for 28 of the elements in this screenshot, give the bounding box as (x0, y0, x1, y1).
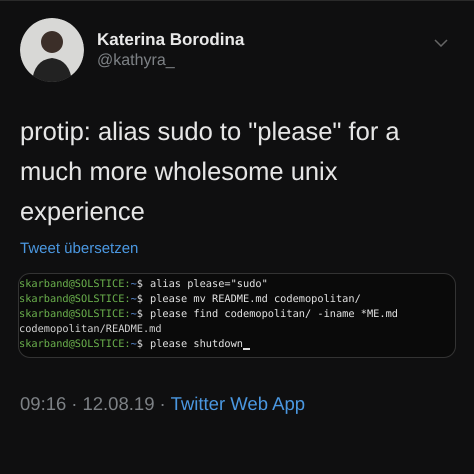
separator-dot: · (159, 392, 166, 416)
prompt-path: ~ (130, 307, 137, 322)
prompt-symbol: $ (136, 277, 143, 292)
terminal-command: please shutdown (150, 337, 243, 352)
tweet-date: 12.08.19 (82, 392, 154, 416)
prompt-symbol: $ (136, 307, 143, 322)
prompt-path: ~ (130, 337, 137, 352)
author-name[interactable]: Katerina Borodina (97, 30, 244, 50)
separator-dot: · (71, 392, 78, 416)
tweet-text: protip: alias sudo to "please" for a much more wholesome unix experience (20, 117, 401, 228)
terminal-command: alias please="sudo" (150, 277, 268, 292)
prompt-user: skarband@SOLSTICE: (19, 337, 131, 352)
prompt-symbol: $ (136, 292, 143, 307)
source-link[interactable]: Twitter Web App (170, 392, 306, 416)
chevron-down-icon[interactable] (434, 39, 448, 47)
terminal-command: please mv README.md codemopolitan/ (150, 292, 361, 307)
prompt-symbol: $ (136, 337, 143, 352)
prompt-path: ~ (130, 292, 137, 307)
prompt-user: skarband@SOLSTICE: (19, 277, 131, 292)
translate-link[interactable]: Tweet übersetzen (20, 239, 138, 259)
tweet-time: 09:16 (20, 392, 66, 416)
prompt-user: skarband@SOLSTICE: (19, 292, 131, 307)
terminal-output: codemopolitan/README.md (19, 322, 163, 337)
author-handle[interactable]: @kathyra_ (97, 50, 244, 72)
avatar[interactable] (20, 18, 84, 82)
prompt-path: ~ (130, 277, 137, 292)
prompt-user: skarband@SOLSTICE: (19, 307, 131, 322)
terminal-command: please find codemopolitan/ -iname *ME.md (150, 307, 398, 322)
